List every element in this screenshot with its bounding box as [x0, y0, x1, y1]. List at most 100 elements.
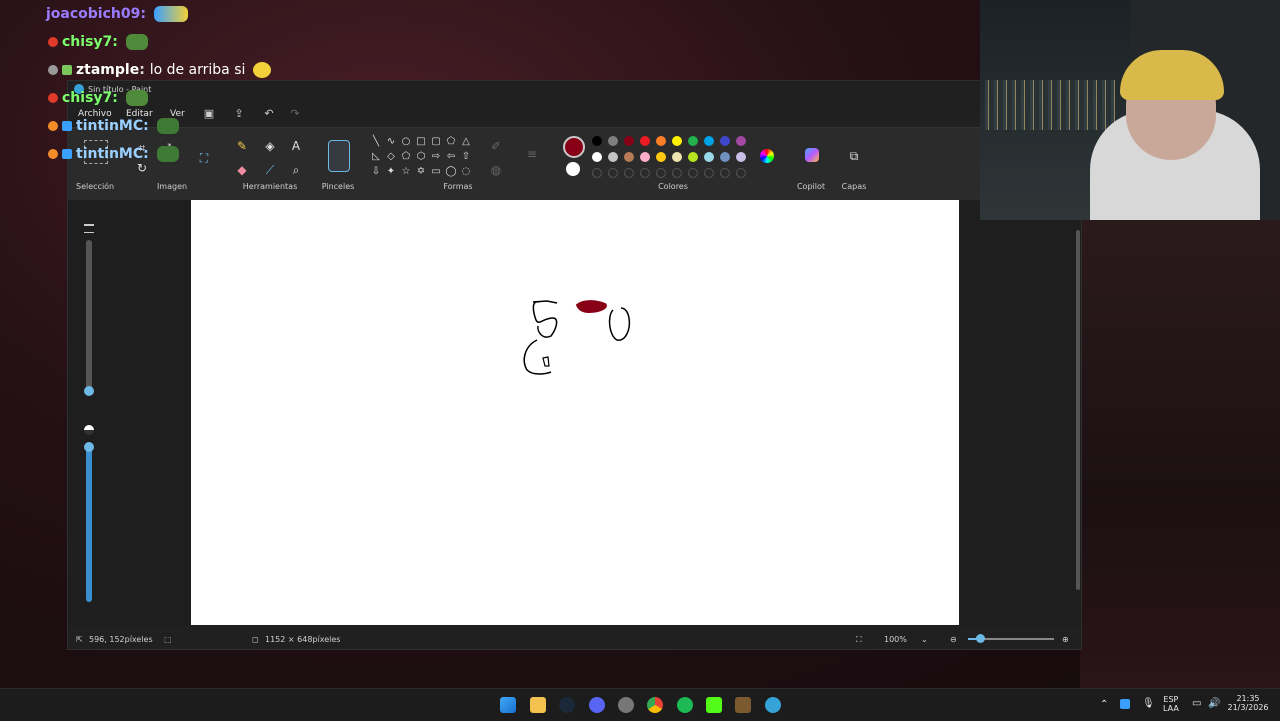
microphone-icon[interactable]: 🎙: [1142, 698, 1155, 709]
palette-color-swatch[interactable]: [736, 152, 746, 162]
custom-color-slot[interactable]: [624, 168, 634, 178]
down-arrow-shape-icon[interactable]: ⇩: [370, 166, 382, 178]
custom-color-slot[interactable]: [672, 168, 682, 178]
drawing-canvas[interactable]: [191, 200, 959, 625]
fill-icon[interactable]: ◈: [262, 138, 278, 154]
vertical-scrollbar[interactable]: [1076, 230, 1080, 590]
six-point-star-shape-icon[interactable]: ✡: [415, 166, 427, 178]
undo-icon[interactable]: ↶: [262, 107, 276, 121]
palette-color-swatch[interactable]: [720, 136, 730, 146]
palette-color-swatch[interactable]: [640, 152, 650, 162]
spotify-icon[interactable]: [677, 697, 693, 713]
opacity-handle[interactable]: [84, 442, 94, 452]
edit-colors-icon[interactable]: [760, 149, 774, 163]
language-indicator[interactable]: ESP LAA: [1163, 695, 1179, 713]
security-icon[interactable]: [1120, 699, 1130, 709]
eraser-icon[interactable]: ◆: [234, 162, 250, 178]
zoom-in-icon[interactable]: ⊕: [1062, 635, 1069, 644]
copilot-icon[interactable]: [805, 148, 819, 162]
paint-icon[interactable]: [765, 697, 781, 713]
curve-shape-icon[interactable]: ∿: [385, 136, 397, 148]
four-point-star-shape-icon[interactable]: ✦: [385, 166, 397, 178]
diamond-shape-icon[interactable]: ◇: [385, 151, 397, 163]
palette-color-swatch[interactable]: [720, 152, 730, 162]
palette-color-swatch[interactable]: [592, 152, 602, 162]
app-icon[interactable]: [618, 697, 634, 713]
palette-color-swatch[interactable]: [672, 152, 682, 162]
right-triangle-shape-icon[interactable]: ◺: [370, 151, 382, 163]
oval-shape-icon[interactable]: ○: [400, 136, 412, 148]
custom-color-slot[interactable]: [608, 168, 618, 178]
fit-to-window-icon[interactable]: ⛶: [856, 635, 862, 645]
minecraft-icon[interactable]: [735, 697, 751, 713]
clock[interactable]: 21:35 21/3/2026: [1226, 694, 1270, 712]
five-point-star-shape-icon[interactable]: ☆: [400, 166, 412, 178]
image-remove-background-icon[interactable]: ⛶: [196, 150, 212, 166]
custom-color-slot[interactable]: [656, 168, 666, 178]
tray-overflow-icon[interactable]: ⌃: [1100, 699, 1108, 710]
palette-color-swatch[interactable]: [640, 136, 650, 146]
zoom-slider[interactable]: [968, 634, 1054, 643]
left-arrow-shape-icon[interactable]: ⇦: [445, 151, 457, 163]
palette-color-swatch[interactable]: [608, 152, 618, 162]
palette-color-swatch[interactable]: [624, 152, 634, 162]
shape-outline-icon[interactable]: ✐: [488, 138, 504, 154]
color-picker-icon[interactable]: ⟋: [262, 162, 278, 178]
line-shape-icon[interactable]: ╲: [370, 136, 382, 148]
custom-color-slot[interactable]: [640, 168, 650, 178]
chrome-icon[interactable]: [647, 697, 663, 713]
palette-color-swatch[interactable]: [704, 152, 714, 162]
rectangle-shape-icon[interactable]: □: [415, 136, 427, 148]
up-arrow-shape-icon[interactable]: ⇧: [460, 151, 472, 163]
primary-color[interactable]: [563, 136, 585, 158]
volume-icon[interactable]: 🔊: [1208, 698, 1220, 709]
polygon-shape-icon[interactable]: ⬠: [445, 136, 457, 148]
custom-color-slot[interactable]: [720, 168, 730, 178]
palette-color-swatch[interactable]: [688, 152, 698, 162]
brush-size-handle[interactable]: [84, 386, 94, 396]
palette-color-swatch[interactable]: [656, 152, 666, 162]
steam-icon[interactable]: [559, 697, 575, 713]
palette-color-swatch[interactable]: [704, 136, 714, 146]
opacity-slider[interactable]: [84, 442, 94, 602]
pentagon-shape-icon[interactable]: ⬠: [400, 151, 412, 163]
network-icon[interactable]: ▭: [1192, 698, 1201, 709]
share-icon[interactable]: ⇪: [232, 107, 246, 121]
hexagon-shape-icon[interactable]: ⬡: [415, 151, 427, 163]
callout-cloud-shape-icon[interactable]: ◌: [460, 166, 472, 178]
shape-size-icon[interactable]: ≡: [524, 146, 540, 162]
rounded-rectangle-shape-icon[interactable]: ▢: [430, 136, 442, 148]
magnifier-icon[interactable]: ⌕: [288, 162, 304, 178]
zoom-level[interactable]: 100%: [884, 635, 907, 644]
palette-color-swatch[interactable]: [624, 136, 634, 146]
triangle-shape-icon[interactable]: △: [460, 136, 472, 148]
callout-rect-shape-icon[interactable]: ▭: [430, 166, 442, 178]
shape-fill-icon[interactable]: ◍: [488, 162, 504, 178]
save-icon[interactable]: ▣: [202, 107, 216, 121]
file-explorer-icon[interactable]: [530, 697, 546, 713]
custom-color-slot[interactable]: [736, 168, 746, 178]
palette-color-swatch[interactable]: [688, 136, 698, 146]
pencil-icon[interactable]: ✎: [234, 138, 250, 154]
palette-color-swatch[interactable]: [608, 136, 618, 146]
redo-icon[interactable]: ↷: [288, 107, 302, 121]
callout-oval-shape-icon[interactable]: ◯: [445, 166, 457, 178]
zoom-slider-handle[interactable]: [976, 634, 985, 643]
palette-color-swatch[interactable]: [736, 136, 746, 146]
secondary-color[interactable]: [566, 162, 580, 176]
custom-color-slot[interactable]: [592, 168, 602, 178]
custom-color-slot[interactable]: [704, 168, 714, 178]
text-icon[interactable]: A: [288, 138, 304, 154]
zoom-dropdown-icon[interactable]: ⌄: [921, 635, 928, 644]
zoom-out-icon[interactable]: ⊖: [950, 635, 957, 644]
palette-color-swatch[interactable]: [672, 136, 682, 146]
palette-color-swatch[interactable]: [592, 136, 602, 146]
custom-color-slot[interactable]: [688, 168, 698, 178]
layers-icon[interactable]: ⧉: [846, 148, 862, 164]
brush-size-slider[interactable]: [84, 240, 94, 396]
kick-icon[interactable]: [706, 697, 722, 713]
right-arrow-shape-icon[interactable]: ⇨: [430, 151, 442, 163]
start-icon[interactable]: [500, 697, 516, 713]
discord-icon[interactable]: [589, 697, 605, 713]
palette-color-swatch[interactable]: [656, 136, 666, 146]
